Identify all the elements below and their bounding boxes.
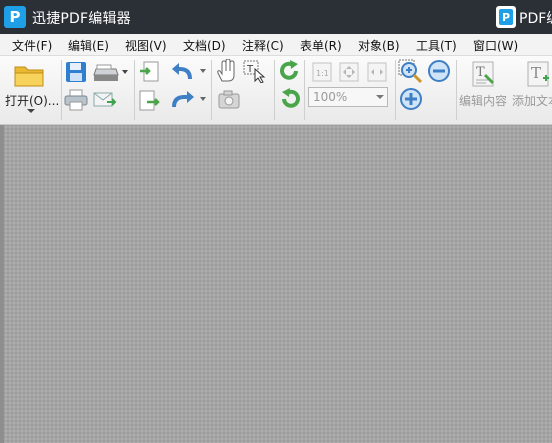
menu-document[interactable]: 文档(D)	[183, 37, 226, 54]
undo-icon[interactable]	[170, 61, 196, 83]
export-page-icon[interactable]	[138, 89, 160, 113]
edit-content-label[interactable]: 编辑内容	[459, 92, 507, 109]
second-window-title[interactable]: PDF编	[519, 8, 552, 28]
rotate-counterclockwise-icon[interactable]	[278, 87, 302, 111]
redo-dropdown-arrow-icon[interactable]	[200, 97, 206, 101]
scanner-dropdown-arrow-icon[interactable]	[122, 70, 128, 74]
open-button-label[interactable]: 打开(O)...	[5, 92, 59, 109]
zoom-out-icon[interactable]	[427, 59, 451, 83]
document-canvas[interactable]	[0, 125, 552, 443]
zoom-select[interactable]: 100%	[308, 87, 388, 107]
open-folder-icon[interactable]	[13, 61, 47, 89]
svg-text:T: T	[476, 65, 485, 80]
save-icon[interactable]	[64, 60, 88, 84]
canvas-left-edge	[0, 125, 4, 443]
title-bar: P 迅捷PDF编辑器 P PDF编	[0, 0, 552, 34]
svg-text:T: T	[531, 64, 541, 82]
menu-edit[interactable]: 编辑(E)	[68, 37, 109, 54]
actual-size-icon[interactable]: 1:1	[311, 61, 333, 83]
zoom-value: 100%	[313, 90, 348, 104]
svg-text:1:1: 1:1	[316, 69, 329, 78]
add-text-label[interactable]: 添加文本	[512, 92, 552, 109]
menu-window[interactable]: 窗口(W)	[473, 37, 518, 54]
print-icon[interactable]	[64, 89, 88, 111]
chevron-down-icon[interactable]	[376, 95, 384, 99]
menu-form[interactable]: 表单(R)	[300, 37, 342, 54]
menu-tools[interactable]: 工具(T)	[416, 37, 457, 54]
window-title: 迅捷PDF编辑器	[32, 11, 131, 27]
undo-dropdown-arrow-icon[interactable]	[200, 69, 206, 73]
zoom-marquee-icon[interactable]	[398, 59, 424, 85]
fit-width-icon[interactable]	[366, 61, 388, 83]
menu-bar: 文件(F) 编辑(E) 视图(V) 文档(D) 注释(C) 表单(R) 对象(B…	[0, 34, 552, 56]
hand-tool-icon[interactable]	[216, 58, 238, 83]
menu-file[interactable]: 文件(F)	[12, 37, 52, 54]
rotate-clockwise-icon[interactable]	[278, 59, 302, 83]
scanner-icon[interactable]	[93, 61, 119, 83]
second-window-logo-icon[interactable]: P	[496, 6, 516, 28]
redo-icon[interactable]	[170, 89, 196, 111]
email-icon[interactable]	[93, 89, 117, 111]
menu-object[interactable]: 对象(B)	[358, 37, 400, 54]
edit-content-icon[interactable]: T	[470, 60, 498, 90]
import-page-icon[interactable]	[138, 60, 160, 84]
menu-view[interactable]: 视图(V)	[125, 37, 167, 54]
menu-comment[interactable]: 注释(C)	[242, 37, 284, 54]
fit-page-icon[interactable]	[338, 61, 360, 83]
select-text-icon[interactable]: T	[242, 59, 266, 84]
svg-text:T: T	[246, 64, 254, 75]
toolbar: 打开(O)... T 1:1 100% T 编辑内容 T 添加文	[0, 56, 552, 125]
add-text-icon[interactable]: T	[526, 60, 552, 90]
open-dropdown-arrow-icon[interactable]	[27, 109, 35, 113]
app-logo-icon: P	[4, 6, 26, 28]
zoom-in-icon[interactable]	[399, 87, 423, 111]
snapshot-camera-icon[interactable]	[218, 90, 240, 110]
